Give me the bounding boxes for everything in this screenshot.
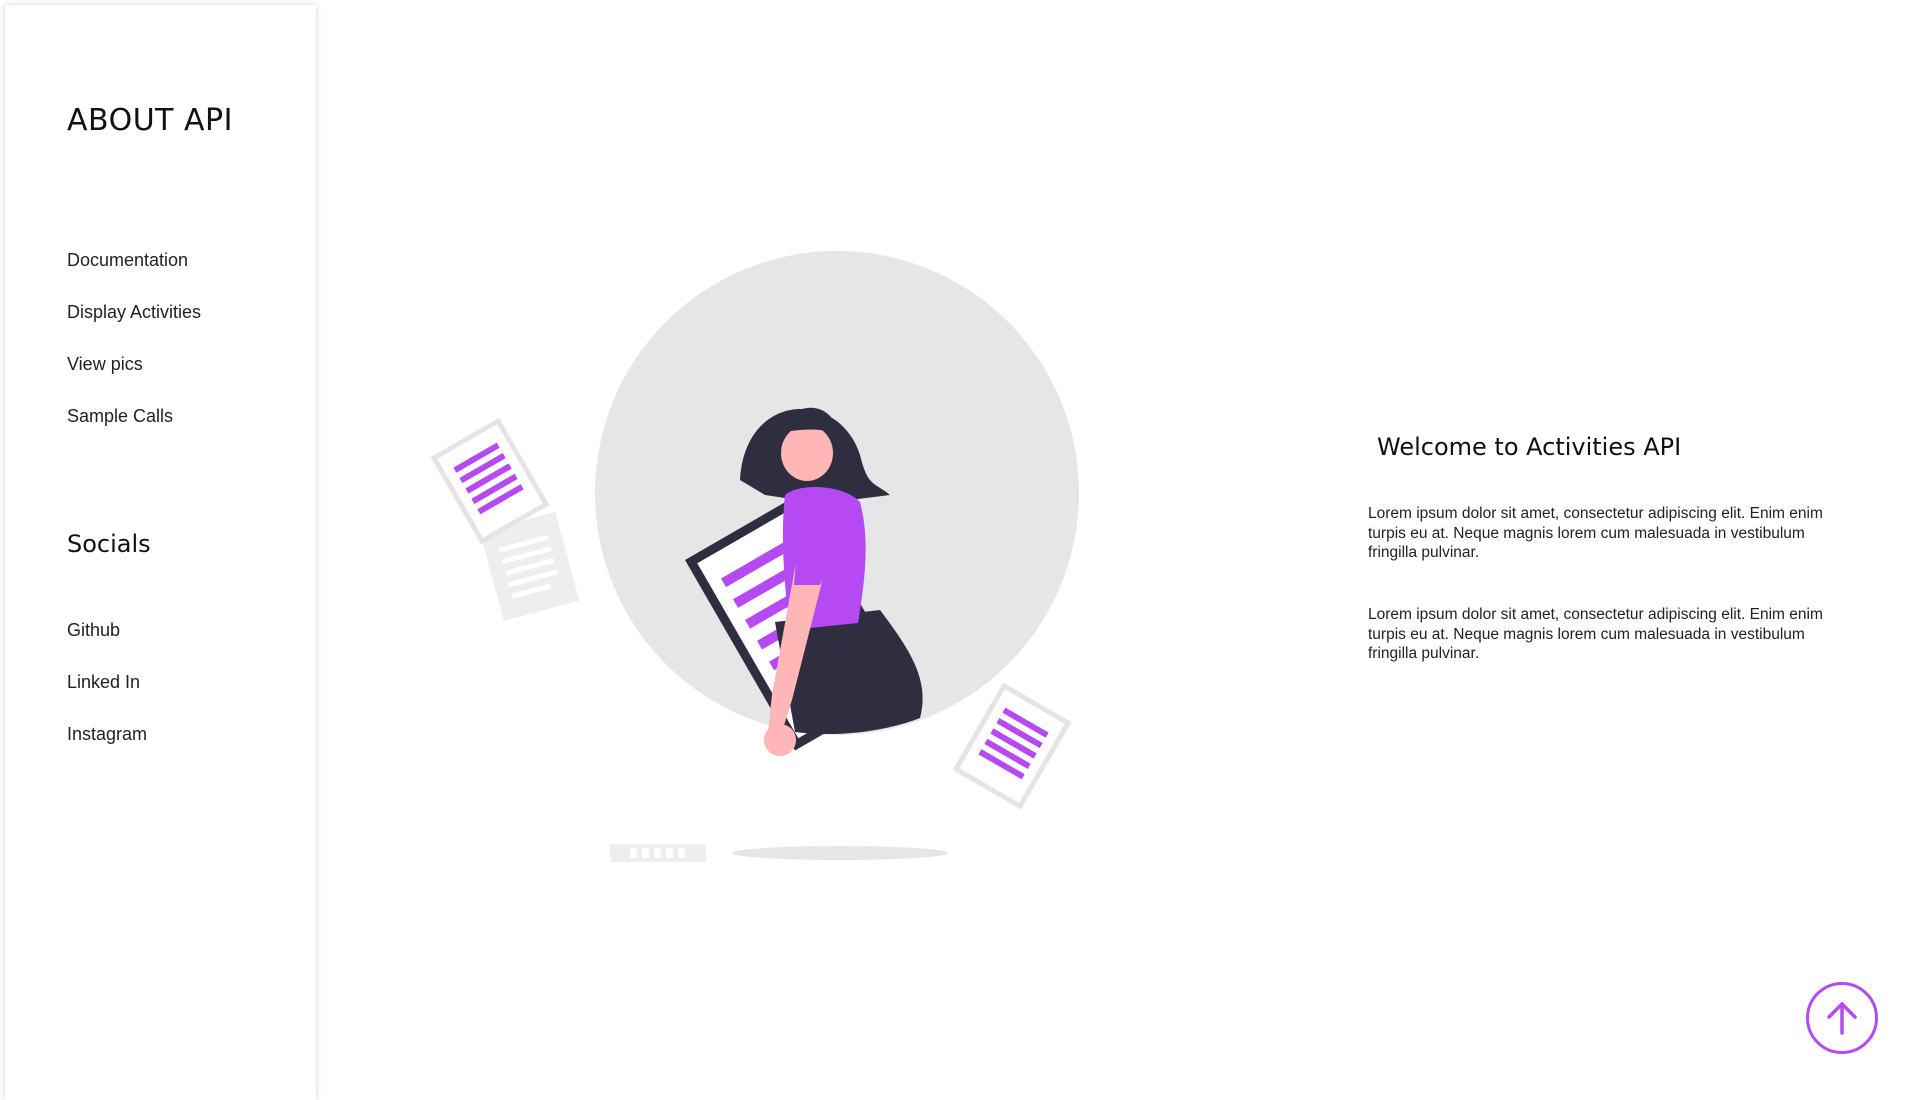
arrow-up-circle-icon [1827,1002,1857,1035]
socials-list: Github Linked In Instagram [67,618,147,774]
slider-bar-icon [610,844,706,862]
intro-paragraph-1: Lorem ipsum dolor sit amet, consectetur … [1368,505,1823,561]
welcome-heading: Welcome to Activities API [1377,433,1682,461]
social-link-github[interactable]: Github [67,618,147,670]
socials-heading: Socials [67,530,151,558]
woman-with-document-illustration [430,251,1079,862]
hero-illustration [420,240,1120,885]
nav-item-documentation[interactable]: Documentation [67,248,201,300]
sidebar: ABOUT API Documentation Display Activiti… [5,5,316,1100]
ground-shadow [732,846,948,860]
intro-paragraph-2: Lorem ipsum dolor sit amet, consectetur … [1368,606,1823,662]
sidebar-nav: Documentation Display Activities View pi… [67,248,201,456]
social-link-linkedin[interactable]: Linked In [67,670,147,722]
nav-item-view-pics[interactable]: View pics [67,352,201,404]
nav-item-sample-calls[interactable]: Sample Calls [67,404,201,456]
paper-purple-bottom-icon [952,682,1072,810]
nav-item-display-activities[interactable]: Display Activities [67,300,201,352]
social-link-instagram[interactable]: Instagram [67,722,147,774]
brand-title: ABOUT API [67,103,233,138]
scroll-to-top-button[interactable] [1806,982,1878,1054]
